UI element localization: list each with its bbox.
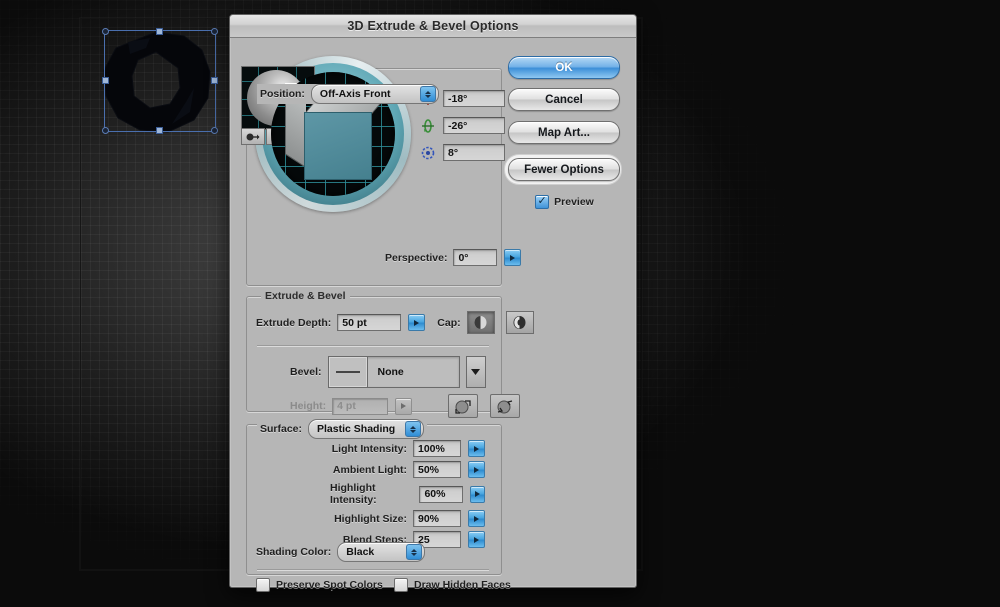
preserve-spot-colors-checkbox[interactable]: ✓ <box>256 578 270 592</box>
draw-hidden-faces-label: Draw Hidden Faces <box>414 579 511 591</box>
highlight-size-stepper[interactable] <box>468 510 485 527</box>
ok-button[interactable]: OK <box>508 56 620 79</box>
position-preset-select[interactable]: Off-Axis Front <box>310 84 439 104</box>
extrude-bevel-group-label: Extrude & Bevel <box>261 290 350 302</box>
surface-param-label: Highlight Size: <box>334 512 407 525</box>
bevel-value: None <box>377 366 404 378</box>
draw-hidden-faces-row[interactable]: ✓ Draw Hidden Faces <box>394 578 511 592</box>
perspective-label: Perspective: <box>385 251 448 264</box>
bevel-height-label: Height: <box>290 400 327 412</box>
highlight-intensity-field[interactable]: 60% <box>419 485 463 503</box>
bevel-preview-swatch <box>328 357 368 387</box>
map-art-button[interactable]: Map Art... <box>508 121 620 144</box>
draw-hidden-faces-checkbox[interactable]: ✓ <box>394 578 408 592</box>
bevel-select[interactable]: None <box>327 356 460 388</box>
surface-shading-value: Plastic Shading <box>317 423 396 435</box>
dialog-button-column: OK Cancel Map Art... Fewer Options ✓ Pre… <box>505 56 621 209</box>
preserve-spot-colors-label: Preserve Spot Colors <box>276 579 383 591</box>
rotate-y-field[interactable]: -26° <box>443 117 505 134</box>
extrude-depth-row: Extrude Depth: 50 pt Cap: <box>256 311 534 334</box>
rotate-y-icon <box>422 118 434 133</box>
bevel-label: Bevel: <box>290 366 322 378</box>
cap-solid-icon[interactable] <box>466 311 495 334</box>
extrude-depth-stepper[interactable] <box>408 314 426 331</box>
stepper-arrows-icon[interactable] <box>406 544 423 560</box>
perspective-field[interactable]: 0° <box>453 249 498 266</box>
dialog-titlebar[interactable]: 3D Extrude & Bevel Options <box>230 15 636 38</box>
dialog-title: 3D Extrude & Bevel Options <box>347 19 519 33</box>
stepper-arrows-icon[interactable] <box>419 86 436 102</box>
surface-shading-select[interactable]: Plastic Shading <box>308 419 425 439</box>
position-label: Position: <box>260 88 305 100</box>
surface-param-label: Ambient Light: <box>332 463 407 476</box>
preview-row[interactable]: ✓ Preview <box>508 195 621 209</box>
surface-label: Surface: <box>260 423 303 435</box>
perspective-row: Perspective: 0° <box>385 249 522 266</box>
rotate-x-field[interactable]: -18° <box>443 90 505 107</box>
selection-bounding-box[interactable] <box>102 28 218 134</box>
extrude-depth-label: Extrude Depth: <box>256 316 332 329</box>
cap-label: Cap: <box>437 316 461 329</box>
surface-param-row: Ambient Light: 50% <box>330 461 485 478</box>
app-screen: 3D Extrude & Bevel Options OK Cancel Map… <box>0 0 1000 607</box>
extrude-depth-field[interactable]: 50 pt <box>337 314 402 331</box>
3d-extrude-bevel-dialog: 3D Extrude & Bevel Options OK Cancel Map… <box>229 14 637 592</box>
bevel-height-row: Height: 4 pt <box>290 394 521 418</box>
surface-param-row: Highlight Size: 90% <box>330 510 485 527</box>
perspective-stepper[interactable] <box>504 249 522 266</box>
highlight-intensity-stepper[interactable] <box>469 485 485 503</box>
position-preset-value: Off-Axis Front <box>319 88 391 100</box>
bevel-extent-in-icon[interactable] <box>490 394 521 418</box>
ambient-light-field[interactable]: 50% <box>413 461 461 478</box>
new-light-icon[interactable] <box>241 128 265 145</box>
surface-params: Light Intensity: 100% Ambient Light: 50%… <box>330 440 485 548</box>
bevel-row: Bevel: None <box>290 356 486 388</box>
highlight-size-field[interactable]: 90% <box>413 510 461 527</box>
surface-param-label: Highlight Intensity: <box>330 482 377 506</box>
bevel-height-field[interactable]: 4 pt <box>332 397 389 415</box>
surface-param-label: Light Intensity: <box>331 442 407 455</box>
bevel-height-stepper[interactable] <box>395 397 413 415</box>
bevel-dropdown-arrow-icon[interactable] <box>465 356 486 388</box>
stepper-arrows-icon[interactable] <box>405 421 422 437</box>
preserve-spot-colors-row[interactable]: ✓ Preserve Spot Colors <box>256 578 383 592</box>
light-intensity-stepper[interactable] <box>468 440 485 457</box>
bevel-extent-out-icon[interactable] <box>448 394 479 418</box>
ambient-light-stepper[interactable] <box>468 461 485 478</box>
preview-checkbox[interactable]: ✓ <box>535 195 550 209</box>
shading-color-select[interactable]: Black <box>337 542 426 562</box>
rotate-z-field[interactable]: 8° <box>443 144 505 161</box>
preview-label: Preview <box>554 196 594 208</box>
surface-param-row: Light Intensity: 100% <box>330 440 485 457</box>
cap-hollow-icon[interactable] <box>505 311 534 334</box>
rotate-z-icon <box>421 146 435 159</box>
shading-color-row: Shading Color: Black <box>256 542 426 562</box>
light-intensity-field[interactable]: 100% <box>413 440 461 457</box>
fewer-options-button[interactable]: Fewer Options <box>508 158 620 181</box>
blend-steps-stepper[interactable] <box>468 531 485 548</box>
cancel-button[interactable]: Cancel <box>508 88 620 111</box>
surface-param-row: Highlight Intensity: 60% <box>330 482 485 506</box>
shading-color-value: Black <box>346 546 375 558</box>
shading-color-label: Shading Color: <box>256 546 332 558</box>
